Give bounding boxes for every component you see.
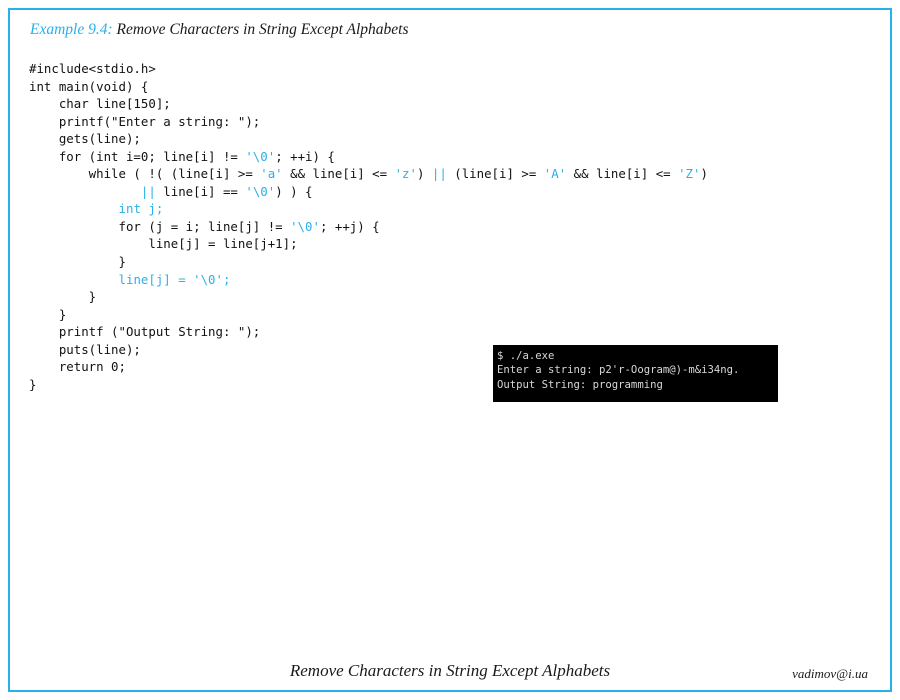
- code-token-literal: '\0': [245, 183, 276, 199]
- footer-email: vadimov@i.ua: [792, 666, 868, 681]
- code-token-plain: }: [29, 306, 67, 322]
- code-token-plain: ): [416, 166, 432, 182]
- code-token-literal: ||: [140, 183, 156, 199]
- code-line: for (int i=0; line[i] != '\0'; ++i) {: [29, 148, 869, 166]
- code-line: || line[i] == '\0') ) {: [29, 183, 869, 201]
- code-token-plain: }: [29, 254, 126, 270]
- code-token-plain: printf ("Output String: ");: [29, 324, 261, 340]
- code-line: printf ("Output String: ");: [29, 323, 869, 341]
- code-line: line[j] = line[j+1];: [29, 235, 869, 253]
- code-token-plain: line[i] ==: [155, 183, 246, 199]
- code-token-literal: '\0': [245, 148, 276, 164]
- example-title-text: Remove Characters in String Except Alpha…: [112, 21, 409, 38]
- code-token-plain: ; ++j) {: [319, 218, 380, 234]
- code-token-plain: }: [29, 289, 97, 305]
- code-token-plain: gets(line);: [29, 131, 141, 147]
- code-token-plain: char line[150];: [29, 96, 171, 112]
- code-line: char line[150];: [29, 95, 869, 113]
- code-token-literal: '\0': [290, 218, 320, 234]
- slide-title: Example 9.4: Remove Characters in String…: [30, 20, 860, 40]
- footer-title: Remove Characters in String Except Alpha…: [289, 661, 611, 680]
- code-line: }: [29, 288, 869, 306]
- terminal-line: Output String: programming: [497, 378, 663, 391]
- source-code-listing: #include<stdio.h> int main(void) { char l…: [29, 60, 869, 393]
- code-token-literal: 'A': [543, 166, 567, 182]
- code-token-plain: }: [29, 376, 37, 392]
- code-token-plain: return 0;: [29, 359, 126, 375]
- code-token-plain: ): [700, 166, 708, 182]
- code-token-plain: while ( !( (line[i] >=: [29, 166, 261, 182]
- code-token-plain: printf("Enter a string: ");: [29, 113, 261, 129]
- example-number-label: Example 9.4:: [30, 21, 113, 38]
- code-token-literal: line[j] = '\0';: [118, 271, 231, 287]
- code-token-plain: && line[i] <=: [566, 166, 679, 182]
- code-token-plain: ; ++i) {: [275, 148, 335, 164]
- terminal-output-panel: $ ./a.exe Enter a string: p2'r-Oogram@)-m…: [493, 345, 778, 402]
- code-token-literal: ||: [431, 166, 447, 182]
- code-token-plain: for (j = i; line[j] !=: [29, 218, 291, 234]
- code-token-plain: #include<stdio.h>: [29, 61, 156, 76]
- code-line: #include<stdio.h>: [29, 60, 869, 78]
- code-token-plain: ) ) {: [275, 183, 313, 199]
- code-line: for (j = i; line[j] != '\0'; ++j) {: [29, 218, 869, 236]
- code-line: int j;: [29, 200, 869, 218]
- code-line: gets(line);: [29, 130, 869, 148]
- code-token-literal: 'z': [394, 166, 417, 182]
- slide-canvas: Example 9.4: Remove Characters in String…: [0, 0, 900, 700]
- code-token-plain: int main(void) {: [29, 78, 149, 94]
- code-line: line[j] = '\0';: [29, 271, 869, 289]
- code-line: while ( !( (line[i] >= 'a' && line[i] <=…: [29, 165, 869, 183]
- code-token-plain: && line[i] <=: [282, 166, 395, 182]
- code-token-literal: 'Z': [678, 166, 701, 182]
- code-token-plain: line[j] = line[j+1];: [29, 236, 298, 252]
- code-token-literal: int j;: [118, 201, 164, 217]
- code-line: }: [29, 306, 869, 324]
- code-token-plain: for (int i=0; line[i] !=: [29, 148, 246, 164]
- code-token-plain: puts(line);: [29, 341, 141, 357]
- code-token-literal: 'a': [260, 166, 283, 182]
- terminal-line: Enter a string: p2'r-Oogram@)-m&i34ng.: [497, 364, 740, 377]
- code-line: printf("Enter a string: ");: [29, 113, 869, 131]
- terminal-line: $ ./a.exe: [497, 350, 555, 362]
- code-line: }: [29, 253, 869, 271]
- code-line: int main(void) {: [29, 78, 869, 96]
- code-token-plain: (line[i] >=: [446, 166, 544, 182]
